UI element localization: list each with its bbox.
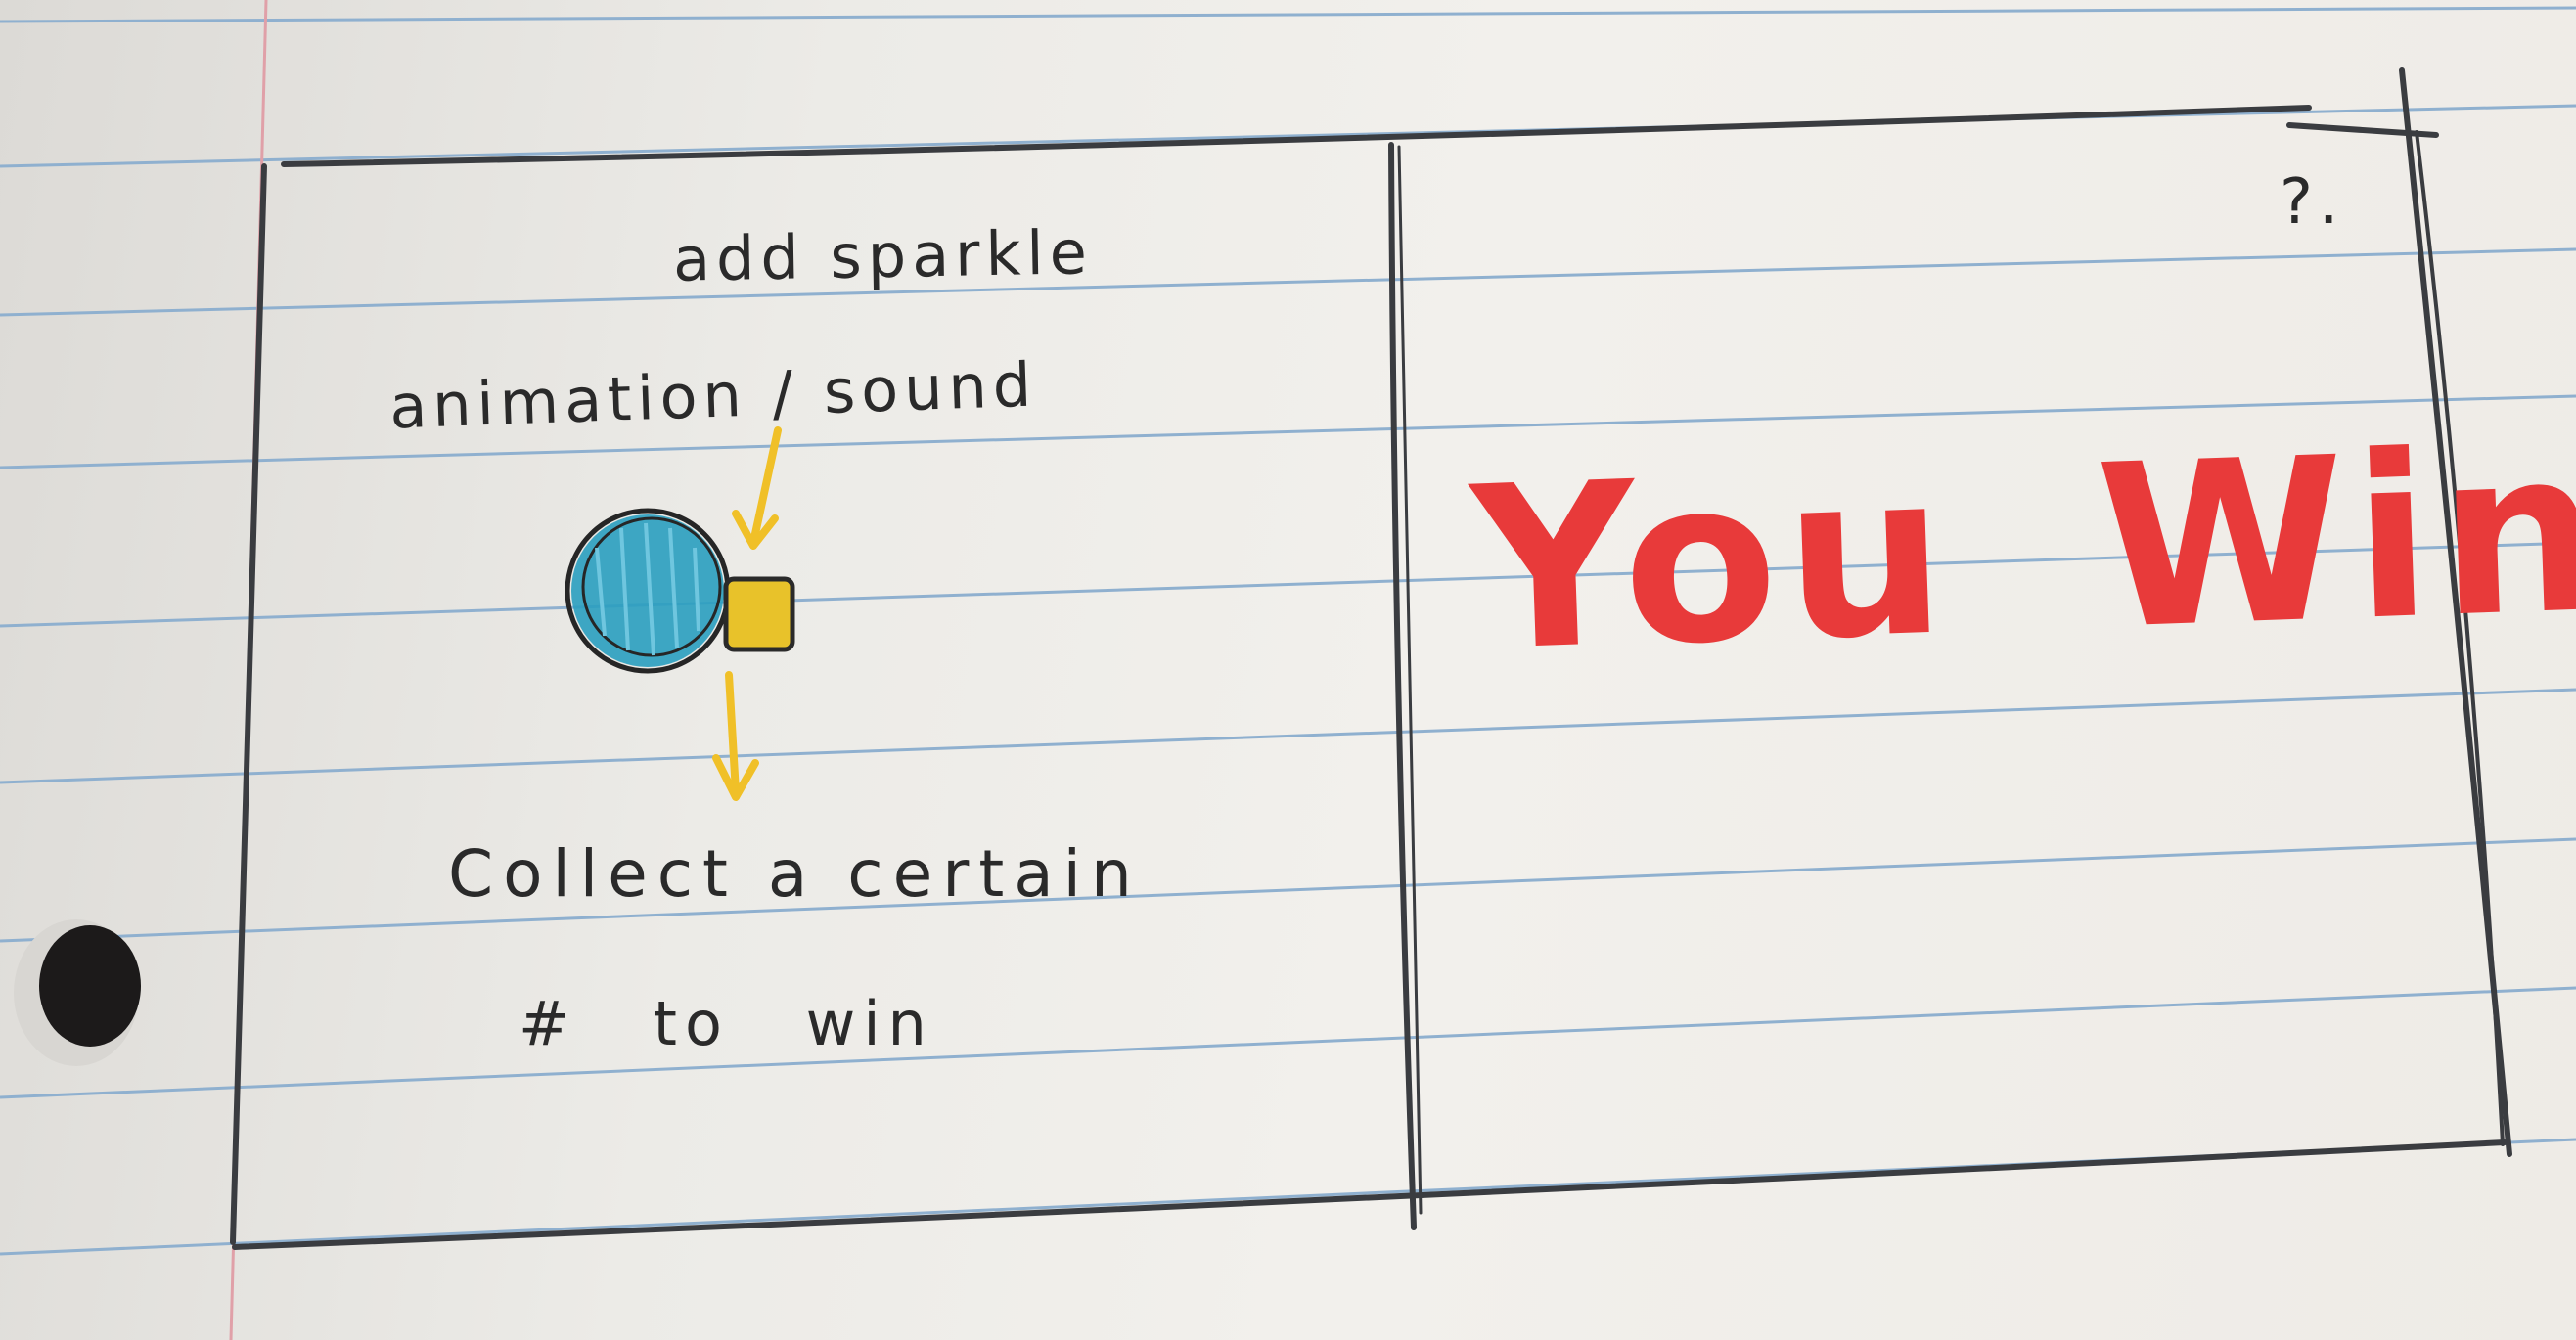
note-add-sparkle: add sparkle (672, 216, 1094, 295)
you-win-headline: You Win (1468, 400, 2576, 702)
arrow-down-icon (712, 671, 759, 801)
coin-icon (565, 508, 731, 674)
note-to-win: # to win (519, 988, 934, 1059)
note-collect: Collect a certain (448, 836, 1142, 912)
corner-question-mark: ?. (2280, 166, 2345, 239)
item-square-icon (723, 576, 795, 652)
punch-hole (39, 925, 141, 1047)
